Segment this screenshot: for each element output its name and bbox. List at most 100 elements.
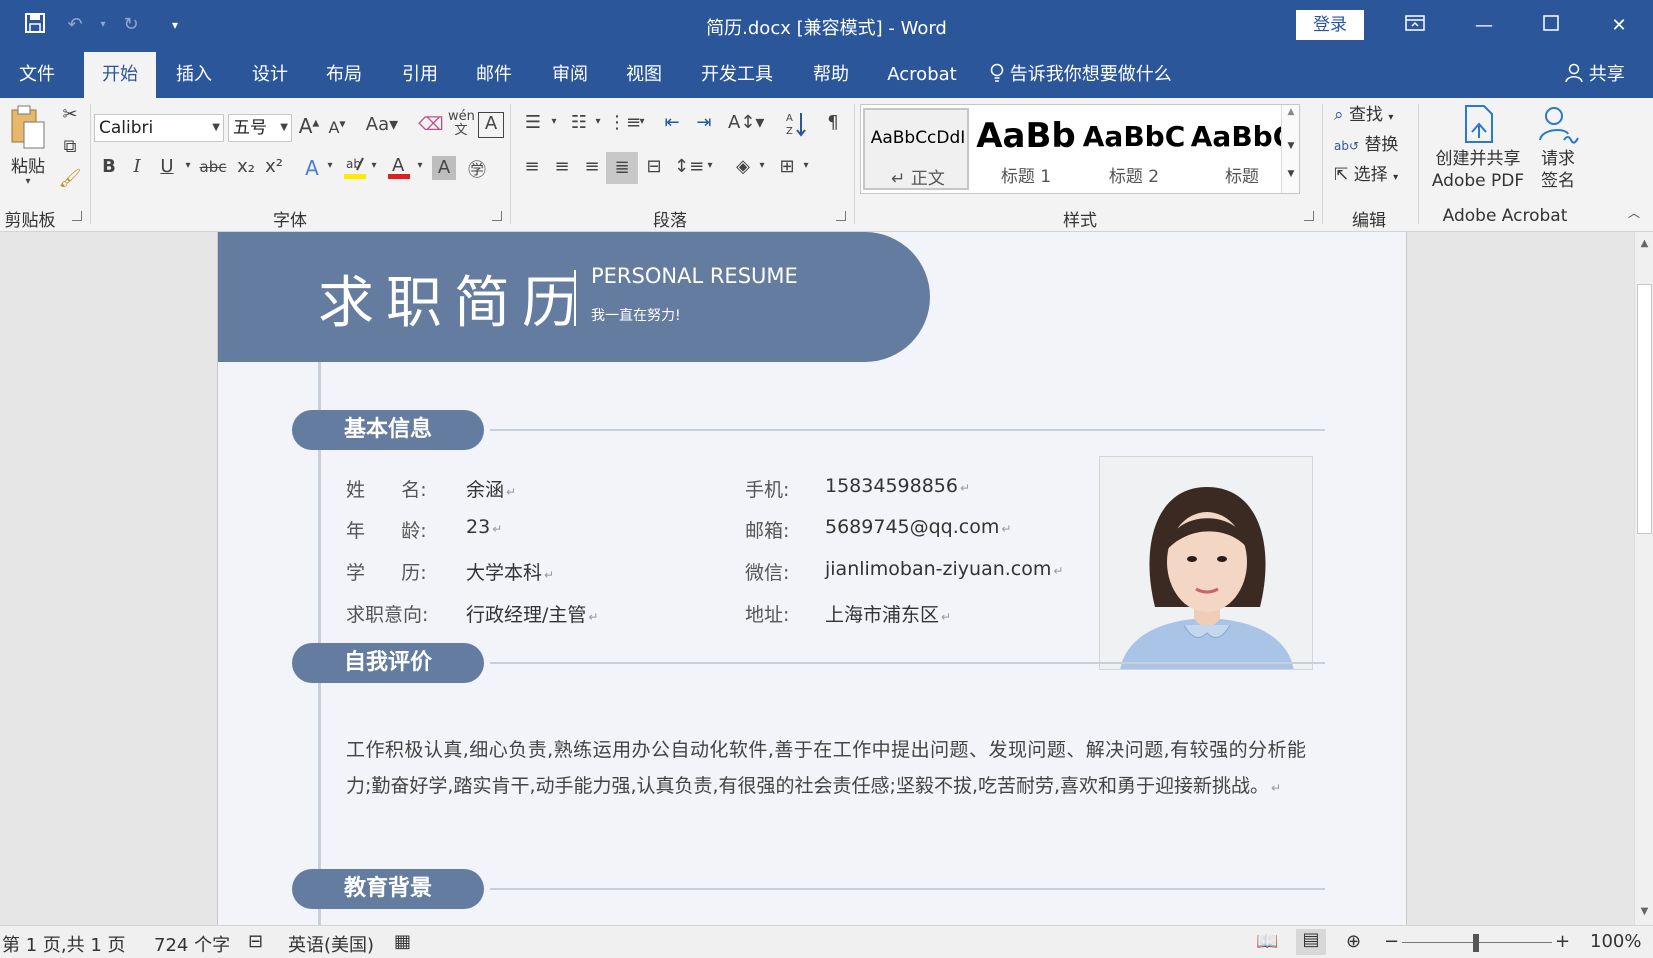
style-heading-1[interactable]: AaBb 标题 1: [973, 108, 1079, 190]
tab-layout[interactable]: 布局: [312, 52, 376, 98]
document-page[interactable]: 求职简历 PERSONAL RESUME 我一直在努力! 基本信息 姓 名: 余…: [217, 232, 1407, 925]
superscript-button[interactable]: x²: [262, 156, 286, 177]
underline-dropdown-icon[interactable]: ▾: [182, 160, 194, 171]
font-launcher-icon[interactable]: [492, 211, 502, 221]
font-color-icon[interactable]: A: [386, 154, 412, 185]
page-count[interactable]: 第 1 页,共 1 页: [2, 931, 126, 957]
style-normal[interactable]: AaBbCcDdI ↵ 正文: [863, 108, 969, 190]
increase-indent-icon[interactable]: ⇥: [690, 112, 718, 133]
zoom-level[interactable]: 100%: [1590, 931, 1641, 952]
numbering-icon[interactable]: ☷: [564, 112, 594, 133]
style-heading-2[interactable]: AaBbC 标题 2: [1081, 108, 1187, 190]
tab-view[interactable]: 视图: [612, 52, 676, 98]
profile-photo[interactable]: [1099, 456, 1313, 670]
scrollbar-thumb[interactable]: [1637, 284, 1652, 534]
zoom-in-icon[interactable]: +: [1555, 931, 1570, 952]
scroll-up-icon[interactable]: ▲: [1635, 234, 1653, 254]
distributed-icon[interactable]: ⊟: [640, 156, 668, 177]
subscript-button[interactable]: x₂: [234, 156, 258, 177]
character-border-icon[interactable]: A: [478, 112, 504, 138]
find-button[interactable]: ⌕ 查找 ▾: [1334, 100, 1393, 125]
borders-icon[interactable]: ⊞: [774, 156, 800, 177]
multilevel-list-icon[interactable]: ⋮≡: [608, 112, 641, 133]
share-button[interactable]: 共享: [1565, 52, 1625, 98]
italic-button[interactable]: I: [126, 156, 148, 177]
character-shading-icon[interactable]: A: [432, 156, 456, 180]
show-paragraph-marks-icon[interactable]: ¶: [820, 112, 846, 133]
maximize-icon[interactable]: [1528, 8, 1574, 44]
chevron-up-icon[interactable]: ▲: [1282, 107, 1300, 117]
create-pdf-icon[interactable]: [1458, 104, 1498, 149]
vertical-scrollbar[interactable]: ▲ ▼: [1634, 232, 1653, 925]
request-signature-icon[interactable]: [1536, 104, 1580, 149]
collapse-ribbon-icon[interactable]: ︿: [1624, 204, 1644, 221]
tab-file[interactable]: 文件: [6, 52, 68, 98]
shrink-font-icon[interactable]: A▼: [326, 118, 348, 137]
align-center-icon[interactable]: ≡: [548, 156, 576, 177]
proofing-icon[interactable]: ⊟: [248, 931, 263, 952]
align-right-icon[interactable]: ≡: [578, 156, 606, 177]
strikethrough-button[interactable]: abc: [198, 158, 228, 176]
login-button[interactable]: 登录: [1296, 10, 1364, 40]
request-signature-button[interactable]: 请求 签名: [1534, 148, 1582, 192]
customize-quick-access-icon[interactable]: ▾: [162, 12, 188, 38]
bold-button[interactable]: B: [98, 156, 120, 177]
clipboard-launcher-icon[interactable]: [72, 211, 82, 221]
highlight-dropdown-icon[interactable]: ▾: [368, 160, 380, 171]
styles-gallery-scroll[interactable]: ▲ ▼ ▼: [1281, 105, 1299, 193]
chevron-down-icon[interactable]: ▼: [1282, 141, 1300, 151]
paste-dropdown-icon[interactable]: ▾: [20, 176, 36, 187]
bullets-dropdown-icon[interactable]: ▾: [548, 116, 560, 127]
save-icon[interactable]: [22, 12, 48, 38]
style-title[interactable]: AaBbC 标题: [1189, 108, 1295, 190]
replace-button[interactable]: ab↺ 替换: [1334, 130, 1398, 155]
language-indicator[interactable]: 英语(美国): [288, 931, 374, 957]
font-color-dropdown-icon[interactable]: ▾: [414, 160, 426, 171]
redo-icon[interactable]: ↻: [118, 12, 144, 38]
phonetic-guide-icon[interactable]: wén 文: [448, 110, 475, 138]
shading-icon[interactable]: ◈: [730, 156, 756, 177]
tab-design[interactable]: 设计: [238, 52, 302, 98]
underline-button[interactable]: U: [156, 156, 178, 177]
text-effects-dropdown-icon[interactable]: ▾: [324, 160, 336, 171]
undo-icon[interactable]: ↶: [62, 12, 88, 38]
borders-dropdown-icon[interactable]: ▾: [800, 160, 812, 171]
ribbon-display-options-icon[interactable]: [1392, 8, 1438, 44]
tab-home[interactable]: 开始: [84, 52, 156, 98]
chinese-layout-icon[interactable]: A↕▾: [728, 112, 764, 133]
font-size-combo[interactable]: 五号 ▼: [228, 114, 292, 142]
close-icon[interactable]: ✕: [1596, 8, 1642, 44]
text-effects-icon[interactable]: A: [300, 156, 324, 180]
read-mode-icon[interactable]: 📖: [1256, 931, 1278, 952]
tab-mailings[interactable]: 邮件: [462, 52, 526, 98]
select-button[interactable]: ⇱ 选择 ▾: [1334, 160, 1398, 185]
zoom-slider-thumb[interactable]: [1473, 934, 1479, 952]
macro-recording-icon[interactable]: ▦: [394, 931, 411, 952]
shading-dropdown-icon[interactable]: ▾: [756, 160, 768, 171]
align-left-icon[interactable]: ≡: [518, 156, 546, 177]
print-layout-icon[interactable]: ▤: [1296, 929, 1326, 955]
copy-icon[interactable]: ⧉: [58, 136, 82, 157]
tab-help[interactable]: 帮助: [800, 52, 862, 98]
word-count[interactable]: 724 个字: [154, 931, 230, 957]
tab-insert[interactable]: 插入: [162, 52, 226, 98]
line-spacing-icon[interactable]: ↕≡: [674, 156, 704, 177]
zoom-out-icon[interactable]: −: [1384, 931, 1399, 952]
numbering-dropdown-icon[interactable]: ▾: [592, 116, 604, 127]
styles-launcher-icon[interactable]: [1304, 211, 1314, 221]
line-spacing-dropdown-icon[interactable]: ▾: [704, 160, 716, 171]
tab-references[interactable]: 引用: [388, 52, 452, 98]
enclose-characters-icon[interactable]: ㊫: [464, 156, 490, 182]
tell-me-search[interactable]: 告诉我你想要做什么: [990, 52, 1172, 98]
cut-icon[interactable]: ✂: [58, 104, 82, 125]
format-painter-icon[interactable]: 🖌: [58, 168, 82, 189]
more-styles-icon[interactable]: ▼: [1282, 169, 1300, 179]
paste-icon[interactable]: [6, 104, 50, 152]
grow-font-icon[interactable]: A▲: [298, 114, 320, 138]
decrease-indent-icon[interactable]: ⇤: [658, 112, 686, 133]
sort-icon[interactable]: AZ: [784, 110, 808, 143]
paragraph-launcher-icon[interactable]: [836, 211, 846, 221]
clear-formatting-icon[interactable]: ⌫: [418, 114, 444, 135]
font-name-combo[interactable]: Calibri ▼: [94, 114, 224, 142]
minimize-icon[interactable]: —: [1461, 8, 1507, 44]
